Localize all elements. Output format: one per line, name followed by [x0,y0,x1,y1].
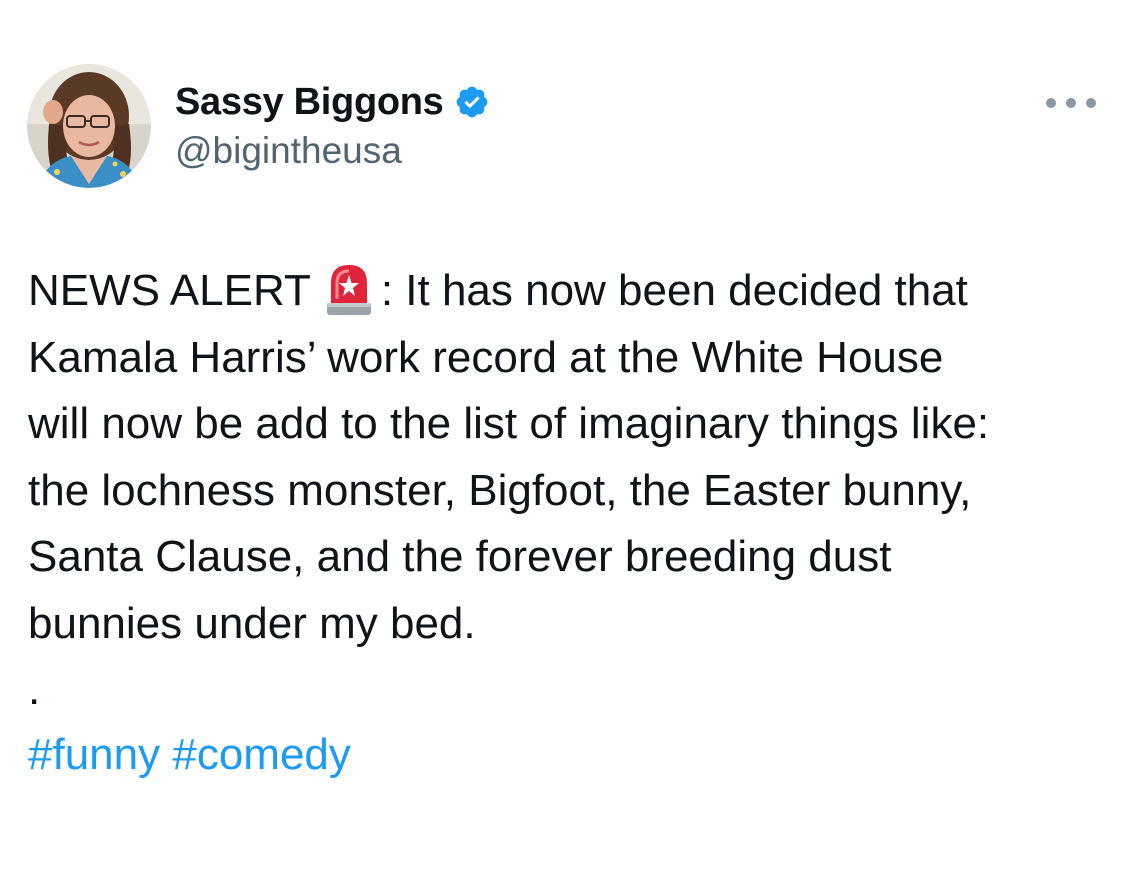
tweet-line: the lochness monster, Bigfoot, the Easte… [28,465,972,515]
tweet-text: NEWS ALERT : It has now been decided tha… [28,258,1108,724]
verified-badge-icon[interactable] [454,84,490,120]
hashtags: #funny #comedy [28,722,351,788]
more-dot [1066,98,1076,108]
author-display-name[interactable]: Sassy Biggons [175,81,444,124]
siren-icon [323,259,375,317]
author-name-row: Sassy Biggons [175,78,490,126]
author-handle[interactable]: @bigintheusa [175,130,402,172]
more-dot [1086,98,1096,108]
tweet-line: bunnies under my bed. [28,598,476,648]
tweet-line: . [28,665,41,714]
tweet-line-text: : It has now been decided that [380,266,968,315]
more-dot [1046,98,1056,108]
tweet: Sassy Biggons @bigintheusa NEWS ALERT : … [0,0,1125,873]
tweet-line: Santa Clause, and the forever breeding d… [28,532,892,581]
hashtag-link[interactable]: #comedy [172,730,351,779]
tweet-line: Kamala Harris’ work record at the White … [28,332,944,382]
tweet-line-text: NEWS ALERT [28,266,311,315]
tweet-line: will now be add to the list of imaginary… [28,399,990,448]
more-options-icon[interactable] [1046,90,1096,116]
hashtag-link[interactable]: #funny [28,730,160,779]
avatar[interactable] [27,64,151,188]
tweet-line: NEWS ALERT : It has now been decided tha… [28,258,1108,325]
